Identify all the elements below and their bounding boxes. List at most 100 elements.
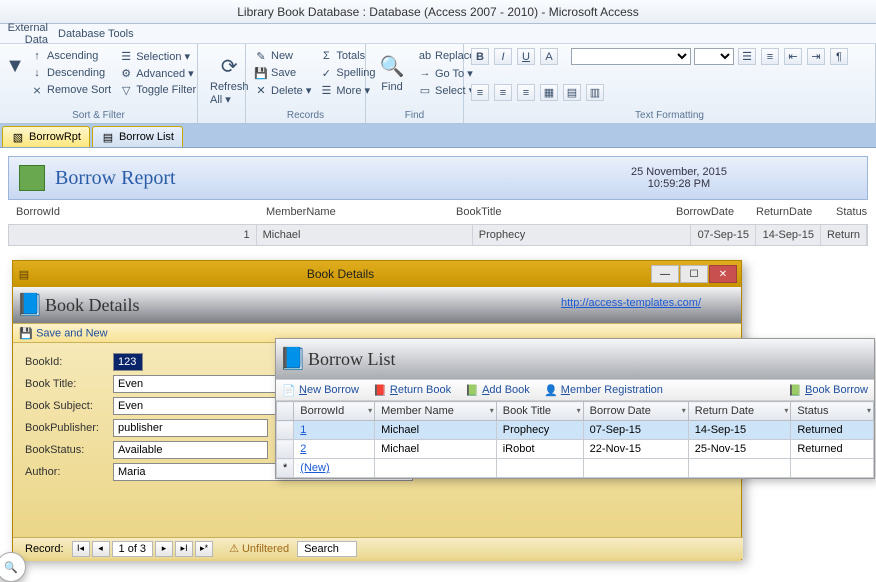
templates-link[interactable]: http://access-templates.com/: [561, 297, 701, 309]
return-book-button[interactable]: 📕Return Book: [373, 383, 451, 397]
delete-button[interactable]: ✕Delete ▾: [252, 82, 313, 98]
cell-bd[interactable]: 07-Sep-15: [583, 421, 688, 440]
nav-new-button[interactable]: ▸*: [195, 541, 213, 557]
table-row[interactable]: 2 Michael iRobot 22-Nov-15 25-Nov-15 Ret…: [277, 440, 874, 459]
nav-last-button[interactable]: ▸I: [175, 541, 193, 557]
dialog-titlebar[interactable]: ▤ Book Details — ☐ ✕: [13, 261, 741, 287]
nav-prev-button[interactable]: ◂: [92, 541, 110, 557]
cell-member[interactable]: Michael: [375, 421, 497, 440]
report-header: Borrow Report 25 November, 2015 10:59:28…: [8, 156, 868, 200]
bold-button[interactable]: B: [471, 48, 489, 65]
remove-sort-button[interactable]: ⨯Remove Sort: [28, 82, 113, 98]
id-link[interactable]: 2: [300, 443, 306, 455]
align-center-button[interactable]: ≡: [494, 84, 512, 101]
ltr-button[interactable]: ¶: [830, 48, 848, 65]
col-header-returndate[interactable]: Return Date▾: [688, 402, 791, 421]
bookid-input[interactable]: [113, 353, 143, 371]
col-header-book[interactable]: Book Title▾: [496, 402, 583, 421]
minimize-button[interactable]: —: [651, 265, 679, 283]
search-box[interactable]: Search: [297, 541, 357, 557]
align-left-button[interactable]: ≡: [471, 84, 489, 101]
save-and-new-button[interactable]: 💾 Save and New: [19, 326, 108, 340]
cell-status[interactable]: Returned: [791, 440, 874, 459]
cell-book[interactable]: Prophecy: [496, 421, 583, 440]
borrow-list-grid[interactable]: BorrowId▾ Member Name▾ Book Title▾ Borro…: [276, 401, 874, 478]
dropdown-icon[interactable]: ▾: [577, 406, 581, 415]
selection-button[interactable]: ☰Selection ▾: [117, 48, 198, 64]
new-button[interactable]: ✎New: [252, 48, 313, 64]
add-book-button[interactable]: 📗Add Book: [465, 383, 530, 397]
status-input[interactable]: [113, 441, 268, 459]
col-borrowid: BorrowId: [16, 206, 266, 218]
indent-right-button[interactable]: ⇥: [807, 48, 825, 65]
tab-borrow-rpt[interactable]: ▧BorrowRpt: [2, 126, 90, 147]
report-area: Borrow Report 25 November, 2015 10:59:28…: [0, 148, 876, 246]
bullets-button[interactable]: ☰: [738, 48, 756, 65]
new-row[interactable]: * (New): [277, 459, 874, 478]
nav-first-button[interactable]: I◂: [72, 541, 90, 557]
indent-left-button[interactable]: ⇤: [784, 48, 802, 65]
new-link[interactable]: (New): [300, 462, 329, 474]
find-button[interactable]: 🔍Find: [372, 48, 412, 97]
underline-button[interactable]: U: [517, 48, 535, 65]
dropdown-icon[interactable]: ▾: [490, 406, 494, 415]
group-label-records: Records: [252, 108, 359, 121]
menu-external-data[interactable]: External Data: [4, 22, 48, 46]
goto-icon: →: [418, 66, 432, 80]
tab-borrow-list[interactable]: ▤Borrow List: [92, 126, 183, 147]
id-link[interactable]: 1: [300, 424, 306, 436]
book-borrow-button[interactable]: 📗Book Borrow: [788, 383, 868, 397]
cell-book[interactable]: iRobot: [496, 440, 583, 459]
new-borrow-button[interactable]: 📄New Borrow: [282, 383, 359, 397]
member-reg-button[interactable]: 👤Member Registration: [544, 383, 663, 397]
nav-next-button[interactable]: ▸: [155, 541, 173, 557]
cell-status[interactable]: Returned: [791, 421, 874, 440]
font-size-combo[interactable]: [694, 48, 734, 65]
font-combo[interactable]: [571, 48, 691, 65]
dropdown-icon[interactable]: ▾: [368, 406, 372, 415]
font-color-button[interactable]: A: [540, 48, 558, 65]
row-selector[interactable]: [277, 440, 294, 459]
filter-button[interactable]: ▼: [6, 48, 24, 85]
dropdown-icon[interactable]: ▾: [867, 406, 871, 415]
cell-member[interactable]: Michael: [375, 440, 497, 459]
cell-rd[interactable]: 14-Sep-15: [688, 421, 791, 440]
row-selector-header[interactable]: [277, 402, 294, 421]
table-row[interactable]: 1 Michael Prophecy 07-Sep-15 14-Sep-15 R…: [277, 421, 874, 440]
dropdown-icon[interactable]: ▾: [682, 406, 686, 415]
toggle-filter-icon: ▽: [119, 83, 133, 97]
cell-rd[interactable]: 25-Nov-15: [688, 440, 791, 459]
col-header-borrowdate[interactable]: Borrow Date▾: [583, 402, 688, 421]
fill-color-button[interactable]: ▦: [540, 84, 558, 101]
numbering-button[interactable]: ≡: [761, 48, 779, 65]
align-right-button[interactable]: ≡: [517, 84, 535, 101]
col-header-status[interactable]: Status▾: [791, 402, 874, 421]
cell-bd[interactable]: 22-Nov-15: [583, 440, 688, 459]
gridlines-button[interactable]: ▥: [586, 84, 604, 101]
book-icon: 📗: [788, 383, 802, 397]
close-button[interactable]: ✕: [709, 265, 737, 283]
alt-row-button[interactable]: ▤: [563, 84, 581, 101]
funnel-icon: ▼: [1, 52, 29, 80]
replace-icon: ab: [418, 49, 432, 63]
publisher-input[interactable]: [113, 419, 268, 437]
save-icon: 💾: [19, 326, 33, 340]
new-row-selector[interactable]: *: [277, 459, 294, 478]
spelling-icon: ✓: [319, 66, 333, 80]
col-header-borrowid[interactable]: BorrowId▾: [294, 402, 375, 421]
row-selector[interactable]: [277, 421, 294, 440]
italic-button[interactable]: I: [494, 48, 512, 65]
sort-desc-button[interactable]: ↓Descending: [28, 65, 113, 81]
col-header-member[interactable]: Member Name▾: [375, 402, 497, 421]
report-title: Borrow Report: [55, 167, 176, 190]
maximize-button[interactable]: ☐: [680, 265, 708, 283]
label-bookid: BookId:: [25, 356, 113, 368]
report-icon: ▧: [11, 130, 25, 144]
menu-database-tools[interactable]: Database Tools: [58, 28, 134, 40]
toggle-filter-button[interactable]: ▽Toggle Filter: [117, 82, 198, 98]
sort-asc-button[interactable]: ↑Ascending: [28, 48, 113, 64]
save-button[interactable]: 💾Save: [252, 65, 313, 81]
filter-status[interactable]: ⚠ Unfiltered: [223, 542, 295, 555]
dropdown-icon[interactable]: ▾: [784, 406, 788, 415]
advanced-button[interactable]: ⚙Advanced ▾: [117, 65, 198, 81]
